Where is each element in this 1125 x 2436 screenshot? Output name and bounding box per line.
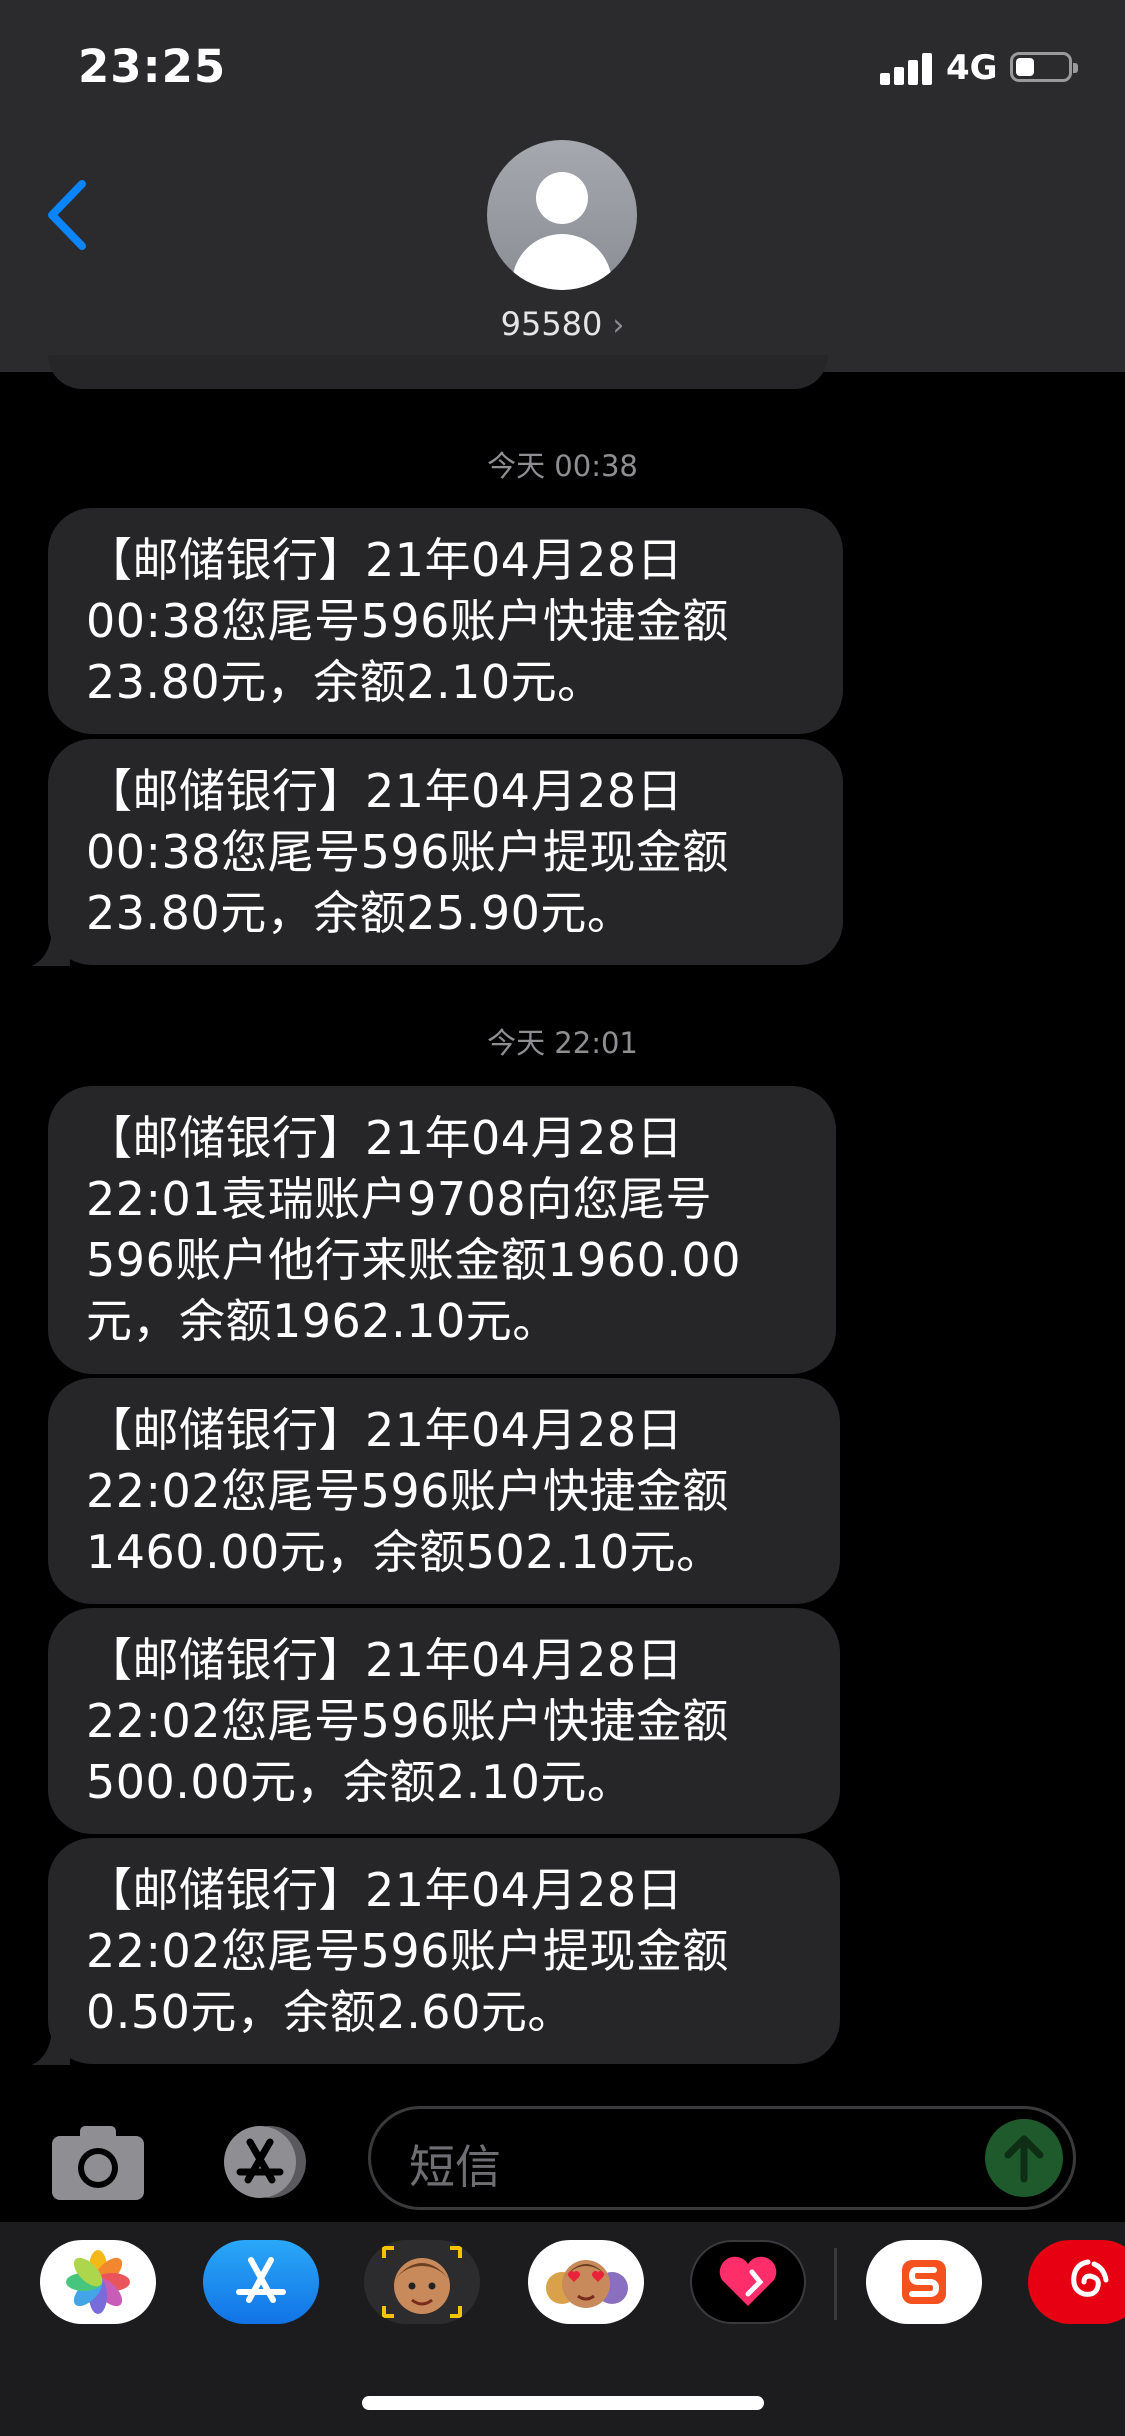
- message-line: 元，余额1962.10元。: [86, 1294, 559, 1348]
- message-line: 22:02您尾号596账户快捷金额: [86, 1464, 729, 1518]
- network-type: 4G: [946, 48, 998, 88]
- camera-button[interactable]: [50, 2122, 146, 2202]
- chevron-right-icon: ›: [612, 308, 625, 343]
- message-bubble[interactable]: 【邮储银行】21年04月28日 22:01袁瑞账户9708向您尾号 596账户他…: [48, 1086, 836, 1374]
- app-store-app[interactable]: [203, 2240, 319, 2324]
- drawer-divider: [834, 2248, 837, 2320]
- message-line: 22:02您尾号596账户快捷金额: [86, 1694, 729, 1748]
- memoji-stickers-app[interactable]: [528, 2240, 644, 2324]
- message-line: 00:38您尾号596账户提现金额: [86, 825, 729, 879]
- cellular-signal-icon: [880, 53, 934, 85]
- message-line: 1460.00元，余额502.10元。: [86, 1525, 723, 1579]
- status-time: 23:25: [78, 40, 227, 93]
- message-bubble[interactable]: 【邮储银行】21年04月28日 22:02您尾号596账户快捷金额 500.00…: [48, 1608, 840, 1834]
- contact-name: 95580: [500, 305, 603, 343]
- message-line: 596账户他行来账金额1960.00: [86, 1233, 742, 1287]
- photos-icon: [66, 2250, 130, 2314]
- contact-avatar[interactable]: [487, 140, 637, 290]
- message-bubble[interactable]: 【邮储银行】21年04月28日 22:02您尾号596账户提现金额 0.50元，…: [48, 1838, 840, 2064]
- camera-icon: [52, 2126, 144, 2200]
- message-bubble[interactable]: 【邮储银行】21年04月28日 22:02您尾号596账户快捷金额 1460.0…: [48, 1378, 840, 1604]
- message-input-placeholder: 短信: [409, 2140, 501, 2194]
- message-line: 00:38您尾号596账户快捷金额: [86, 594, 729, 648]
- message-bubble[interactable]: 【邮储银行】21年04月28日 00:38您尾号596账户快捷金额 23.80元…: [48, 508, 843, 734]
- netease-music-icon: [1071, 2259, 1109, 2297]
- message-line: 23.80元，余额2.10元。: [86, 655, 604, 709]
- status-bar: 23:25 4G: [0, 0, 1125, 130]
- previous-message-bubble[interactable]: [48, 355, 828, 389]
- memoji-app[interactable]: [364, 2240, 480, 2324]
- sogou-input-icon: [902, 2260, 946, 2304]
- message-line: 【邮储银行】21年04月28日: [86, 1111, 684, 1165]
- memoji-stickers-icon: [546, 2260, 628, 2308]
- message-line: 22:02您尾号596账户提现金额: [86, 1924, 729, 1978]
- netease-music-app[interactable]: [1028, 2240, 1125, 2324]
- battery-icon: [1010, 52, 1078, 82]
- app-store-icon: [224, 2126, 306, 2198]
- contact-name-button[interactable]: 95580 ›: [0, 305, 1125, 343]
- memoji-icon: [382, 2246, 462, 2318]
- message-line: 0.50元，余额2.60元。: [86, 1985, 574, 2039]
- chevron-left-icon: [48, 180, 86, 250]
- send-button[interactable]: [985, 2119, 1063, 2197]
- sogou-input-app[interactable]: [866, 2240, 982, 2324]
- digital-touch-app[interactable]: [690, 2240, 806, 2324]
- photos-app[interactable]: [40, 2240, 156, 2324]
- app-store-button[interactable]: [210, 2122, 318, 2202]
- message-line: 500.00元，余额2.10元。: [86, 1755, 634, 1809]
- bubble-tail: [32, 926, 70, 966]
- message-line: 【邮储银行】21年04月28日: [86, 1633, 684, 1687]
- timestamp: 今天 22:01: [487, 1026, 638, 1060]
- message-input[interactable]: 短信: [368, 2106, 1076, 2210]
- message-bubble[interactable]: 【邮储银行】21年04月28日 00:38您尾号596账户提现金额 23.80元…: [48, 739, 843, 965]
- home-indicator[interactable]: [362, 2396, 764, 2410]
- digital-touch-icon: [719, 2256, 777, 2306]
- message-line: 【邮储银行】21年04月28日: [86, 1863, 684, 1917]
- conversation-header: 23:25 4G 95580 ›: [0, 0, 1125, 372]
- bubble-tail: [32, 2025, 70, 2065]
- message-line: 【邮储银行】21年04月28日: [86, 1403, 684, 1457]
- app-store-icon: [236, 2257, 286, 2303]
- back-button[interactable]: [40, 170, 100, 260]
- message-line: 23.80元，余额25.90元。: [86, 886, 634, 940]
- message-line: 22:01袁瑞账户9708向您尾号: [86, 1172, 713, 1226]
- arrow-up-icon: [1004, 2135, 1044, 2183]
- person-icon: [536, 172, 588, 224]
- timestamp: 今天 00:38: [487, 449, 638, 483]
- message-line: 【邮储银行】21年04月28日: [86, 764, 684, 818]
- message-line: 【邮储银行】21年04月28日: [86, 533, 684, 587]
